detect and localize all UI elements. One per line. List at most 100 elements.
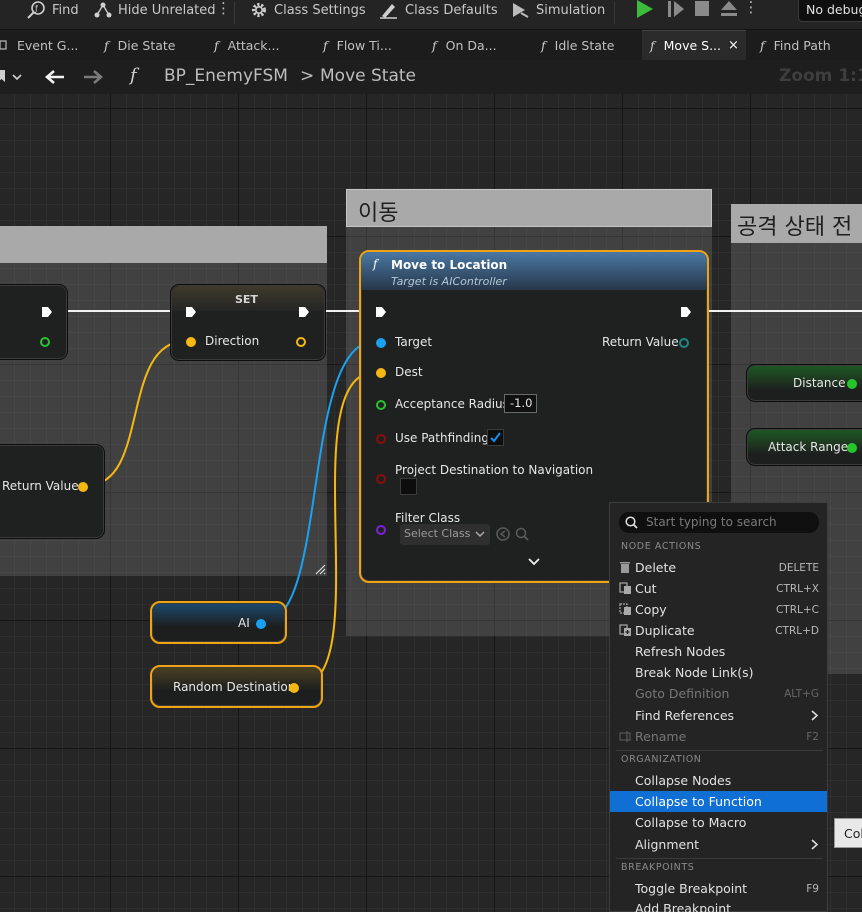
hide-unrelated-icon	[94, 2, 112, 18]
menu-item-goto-definition[interactable]: Goto Definition ALT+G	[610, 683, 827, 704]
acceptance-radius-pin-label: Acceptance Radius	[395, 397, 509, 411]
use-pathfinding-pin-label: Use Pathfinding	[395, 431, 489, 445]
class-settings-button[interactable]: Class Settings	[250, 0, 366, 20]
stop-icon[interactable]	[695, 1, 709, 16]
bookmark-icon[interactable]	[0, 69, 26, 85]
debug-filter-dropdown[interactable]: No debug	[798, 0, 862, 22]
menu-item-break-links[interactable]: Break Node Link(s)	[610, 662, 827, 683]
exec-pin-icon[interactable]	[185, 306, 197, 318]
shortcut-label: F2	[806, 730, 819, 743]
tab-die-state[interactable]: f Die State	[104, 30, 176, 60]
tab-on-damage[interactable]: f On Da...	[432, 30, 497, 60]
simulation-button[interactable]: Simulation	[510, 0, 605, 20]
shortcut-label: ALT+G	[784, 687, 819, 700]
play-icon[interactable]	[637, 0, 653, 18]
float-pin-icon[interactable]	[40, 337, 50, 347]
play-controls: ⋮	[637, 0, 759, 18]
vector-pin-icon[interactable]	[376, 368, 386, 378]
dest-pin-label: Dest	[395, 365, 423, 379]
find-button[interactable]: ƒ Find	[26, 0, 79, 20]
menu-item-collapse-nodes[interactable]: Collapse Nodes	[610, 770, 827, 791]
vector-pin-icon[interactable]	[78, 482, 88, 492]
toolbar-divider	[234, 2, 235, 24]
context-menu: Start typing to search NODE ACTIONS Dele…	[609, 502, 828, 912]
simulation-icon	[513, 3, 529, 18]
use-pathfinding-checkbox[interactable]	[487, 429, 504, 446]
breadcrumb-root[interactable]: BP_EnemyFSM	[164, 66, 288, 86]
forward-arrow-icon[interactable]	[82, 69, 104, 85]
menu-item-toggle-breakpoint[interactable]: Toggle Breakpoint F9	[610, 878, 827, 899]
menu-item-delete[interactable]: Delete DELETE	[610, 557, 827, 578]
menu-item-refresh-nodes[interactable]: Refresh Nodes	[610, 641, 827, 662]
step-icon[interactable]	[668, 1, 684, 17]
exec-pin-icon[interactable]	[298, 306, 310, 318]
menu-item-rename[interactable]: Rename F2	[610, 726, 827, 747]
tab-idle-state[interactable]: f Idle State	[541, 30, 615, 60]
tab-label: Die State	[117, 37, 176, 53]
eject-icon[interactable]	[721, 1, 737, 16]
more-options-icon[interactable]: ⋮	[216, 0, 231, 16]
attack-range-variable-node[interactable]: Attack Range	[746, 428, 862, 466]
class-defaults-icon	[380, 4, 397, 19]
menu-item-find-references[interactable]: Find References	[610, 705, 827, 726]
breadcrumb: f BP_EnemyFSM > Move State Zoom 1:1	[0, 60, 862, 94]
menu-item-copy[interactable]: Copy CTRL+C	[610, 599, 827, 620]
browse-search-icon[interactable]	[514, 526, 530, 542]
float-pin-icon[interactable]	[847, 443, 857, 453]
tab-event-graph[interactable]: Event G...	[0, 30, 92, 60]
simulation-label: Simulation	[536, 2, 606, 18]
tab-find-path[interactable]: f Find Path	[760, 30, 831, 60]
vector-pin-icon[interactable]	[296, 337, 306, 347]
class-defaults-button[interactable]: Class Defaults	[379, 0, 498, 20]
use-selected-icon[interactable]	[495, 526, 511, 542]
menu-item-label: Collapse to Function	[635, 794, 762, 809]
vector-pin-icon[interactable]	[186, 337, 196, 347]
class-settings-label: Class Settings	[274, 2, 366, 18]
tab-label: Attack...	[227, 37, 280, 53]
object-pin-icon[interactable]	[376, 338, 386, 348]
set-node[interactable]: SET Direction	[170, 284, 326, 361]
return-value-node[interactable]: Return Value	[0, 444, 105, 539]
menu-search-input[interactable]: Start typing to search	[619, 512, 819, 533]
tab-label: Find Path	[773, 37, 831, 53]
tab-move-state[interactable]: f Move S... ×	[642, 30, 746, 60]
acceptance-radius-input[interactable]: -1.0	[504, 394, 537, 413]
expand-chevron-icon[interactable]	[528, 558, 540, 567]
back-arrow-icon[interactable]	[44, 69, 66, 85]
hide-unrelated-button[interactable]: Hide Unrelated	[94, 0, 216, 20]
chevron-right-icon	[811, 710, 819, 721]
tab-attack-state[interactable]: f Attack...	[214, 30, 279, 60]
object-pin-icon[interactable]	[679, 338, 689, 348]
exec-pin-icon[interactable]	[375, 306, 387, 318]
float-pin-icon[interactable]	[847, 379, 857, 389]
distance-variable-node[interactable]: Distance	[746, 364, 862, 402]
menu-item-label: Duplicate	[635, 623, 695, 638]
exec-pin-icon[interactable]	[41, 306, 53, 318]
menu-item-collapse-to-macro[interactable]: Collapse to Macro	[610, 812, 827, 833]
exec-pin-icon[interactable]	[680, 306, 692, 318]
bool-pin-icon[interactable]	[376, 434, 386, 444]
close-icon[interactable]: ×	[728, 38, 739, 53]
menu-item-label: Rename	[635, 729, 687, 744]
breadcrumb-current[interactable]: Move State	[320, 66, 416, 86]
menu-item-cut[interactable]: Cut CTRL+X	[610, 578, 827, 599]
menu-item-duplicate[interactable]: Duplicate CTRL+D	[610, 620, 827, 641]
class-pin-icon[interactable]	[376, 525, 386, 535]
select-class-dropdown[interactable]: Select Class	[400, 524, 490, 545]
menu-item-collapse-to-function[interactable]: Collapse to Function	[610, 791, 827, 812]
menu-item-alignment[interactable]: Alignment	[610, 834, 827, 855]
gear-icon	[252, 3, 266, 17]
tab-flow-time[interactable]: f Flow Ti...	[323, 30, 392, 60]
object-pin-icon[interactable]	[256, 619, 266, 629]
vector-pin-icon[interactable]	[289, 683, 299, 693]
find-label: Find	[52, 2, 79, 18]
bool-pin-icon[interactable]	[376, 474, 386, 484]
random-destination-variable-node[interactable]: Random Destination	[150, 665, 323, 708]
float-pin-icon[interactable]	[376, 400, 386, 410]
project-destination-checkbox[interactable]	[400, 478, 417, 495]
play-options-icon[interactable]: ⋮	[744, 0, 759, 16]
menu-item-add-breakpoint[interactable]: Add Breakpoint	[610, 899, 827, 912]
ai-variable-node[interactable]: AI	[150, 601, 287, 644]
menu-item-label: Goto Definition	[635, 686, 730, 701]
event-node-partial[interactable]	[0, 284, 68, 360]
